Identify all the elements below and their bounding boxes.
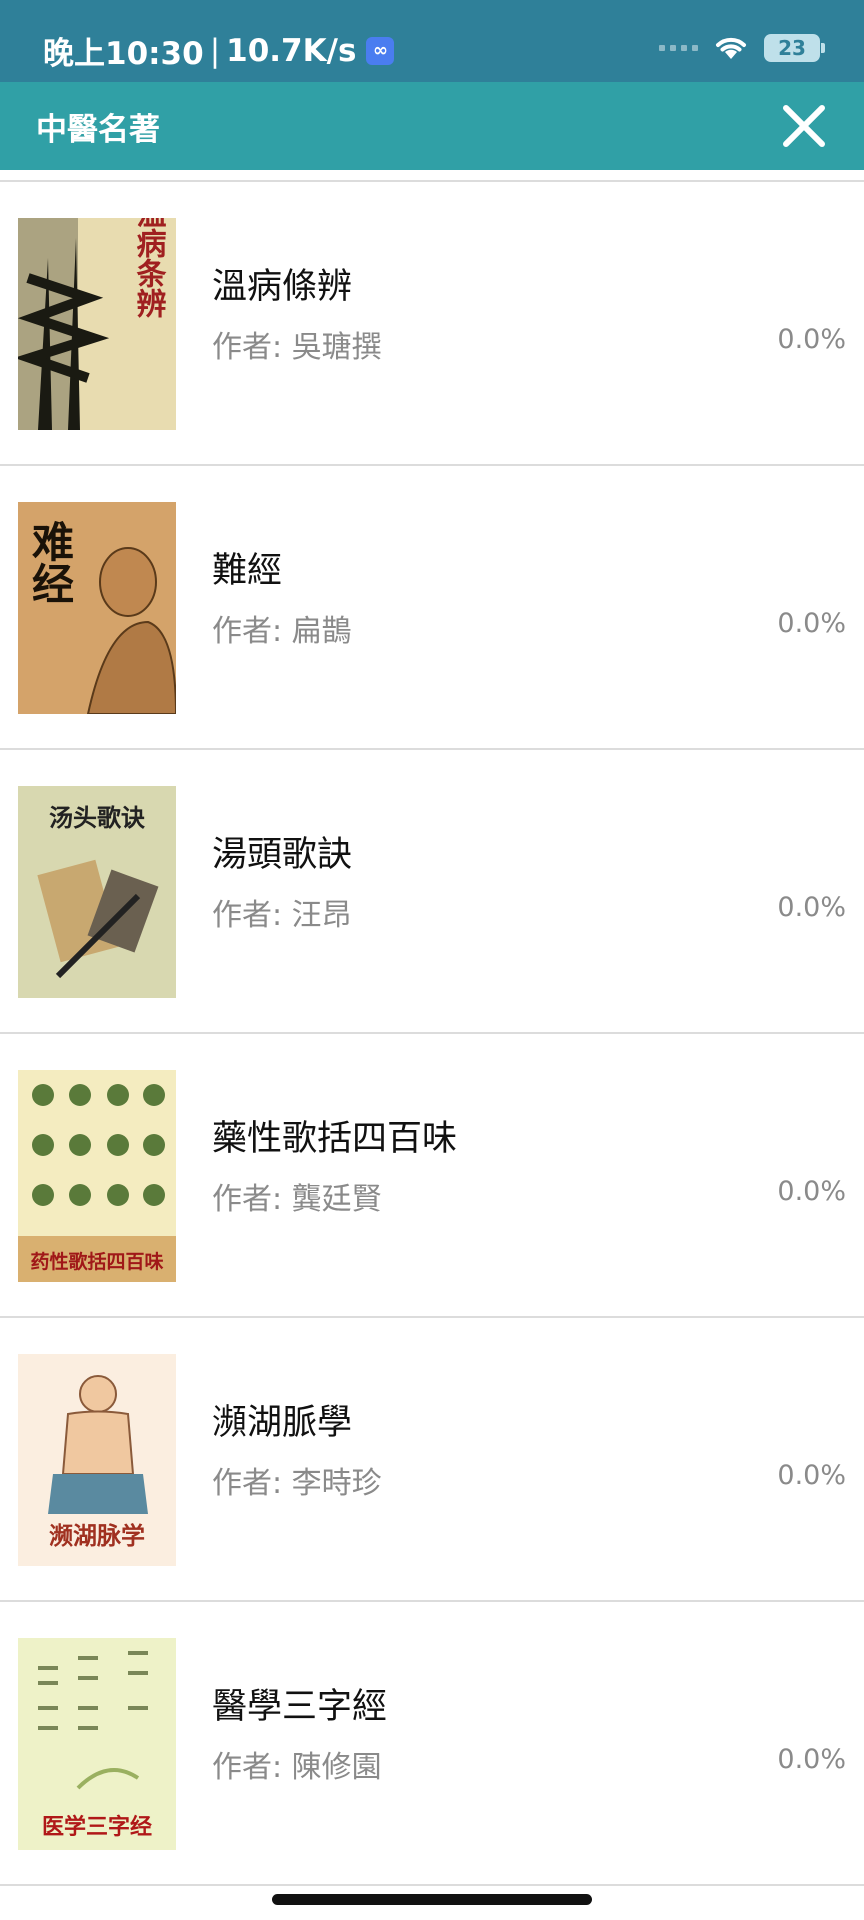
signal-icon (659, 45, 698, 51)
book-item-wenbing[interactable]: 温病条辨 溫病條辨 作者: 吳瑭撰 0.0% (0, 182, 864, 466)
book-title: 溫病條辨 (212, 267, 353, 307)
book-progress: 0.0% (777, 1744, 846, 1775)
book-cover: 药性歌括四百味 (18, 1070, 176, 1282)
book-item-yixue[interactable]: 医学三字经 醫學三字經 作者: 陳修園 0.0% (0, 1602, 864, 1886)
status-bar: 晚上10:30 | 10.7K/s ∞ 23 (0, 0, 864, 82)
book-item-nanjing[interactable]: 难经 難經 作者: 扁鵲 0.0% (0, 466, 864, 750)
book-title: 瀕湖脈學 (212, 1403, 353, 1443)
book-progress: 0.0% (777, 892, 846, 923)
svg-text:温病条辨: 温病条辨 (131, 218, 167, 319)
svg-text:难经: 难经 (26, 520, 75, 604)
page-title: 中醫名著 (36, 112, 160, 148)
book-author: 作者: 龔廷賢 (212, 1182, 382, 1217)
book-title: 湯頭歌訣 (212, 835, 353, 875)
network-badge-icon: ∞ (366, 36, 395, 65)
book-item-yaoxing[interactable]: 药性歌括四百味 藥性歌括四百味 作者: 龔廷賢 0.0% (0, 1034, 864, 1318)
book-progress: 0.0% (777, 1176, 846, 1207)
home-indicator[interactable] (272, 1894, 592, 1905)
book-item-binhu[interactable]: 濒湖脉学 瀕湖脈學 作者: 李時珍 0.0% (0, 1318, 864, 1602)
status-right: 23 (659, 34, 825, 62)
book-cover: 温病条辨 (18, 218, 176, 430)
book-author: 作者: 吳瑭撰 (212, 330, 382, 365)
book-progress: 0.0% (777, 1460, 846, 1491)
wifi-icon (716, 37, 746, 59)
book-title: 藥性歌括四百味 (212, 1119, 458, 1159)
close-button[interactable] (778, 100, 830, 152)
status-left: 晚上10:30 | 10.7K/s ∞ (43, 28, 395, 73)
book-cover: 汤头歌诀 (18, 786, 176, 998)
book-cover: 医学三字经 (18, 1638, 176, 1850)
book-author: 作者: 陳修園 (212, 1750, 382, 1785)
svg-text:医学三字经: 医学三字经 (42, 1814, 152, 1840)
battery-icon: 23 (764, 34, 825, 62)
book-author: 作者: 汪昂 (212, 898, 352, 933)
book-progress: 0.0% (777, 324, 846, 355)
book-progress: 0.0% (777, 608, 846, 639)
book-item-tangtou[interactable]: 汤头歌诀 湯頭歌訣 作者: 汪昂 0.0% (0, 750, 864, 1034)
book-cover: 濒湖脉学 (18, 1354, 176, 1566)
battery-level: 23 (778, 36, 806, 60)
close-icon (783, 105, 825, 147)
book-title: 難經 (212, 551, 283, 591)
book-list: 温病条辨 溫病條辨 作者: 吳瑭撰 0.0% 难经 難經 作者: 扁鵲 0.0% (0, 170, 864, 1886)
network-speed: 10.7K/s (226, 32, 357, 69)
svg-text:濒湖脉学: 濒湖脉学 (49, 1522, 145, 1550)
book-cover: 难经 (18, 502, 176, 714)
app-bar: 中醫名著 (0, 82, 864, 170)
status-time: 晚上10:30 (43, 36, 204, 72)
svg-text:药性歌括四百味: 药性歌括四百味 (30, 1250, 163, 1273)
book-title: 醫學三字經 (212, 1687, 388, 1727)
status-separator: | (209, 32, 221, 69)
book-author: 作者: 李時珍 (212, 1466, 382, 1501)
list-top-divider (0, 170, 864, 182)
svg-text:汤头歌诀: 汤头歌诀 (49, 804, 145, 832)
book-author: 作者: 扁鵲 (212, 614, 352, 649)
